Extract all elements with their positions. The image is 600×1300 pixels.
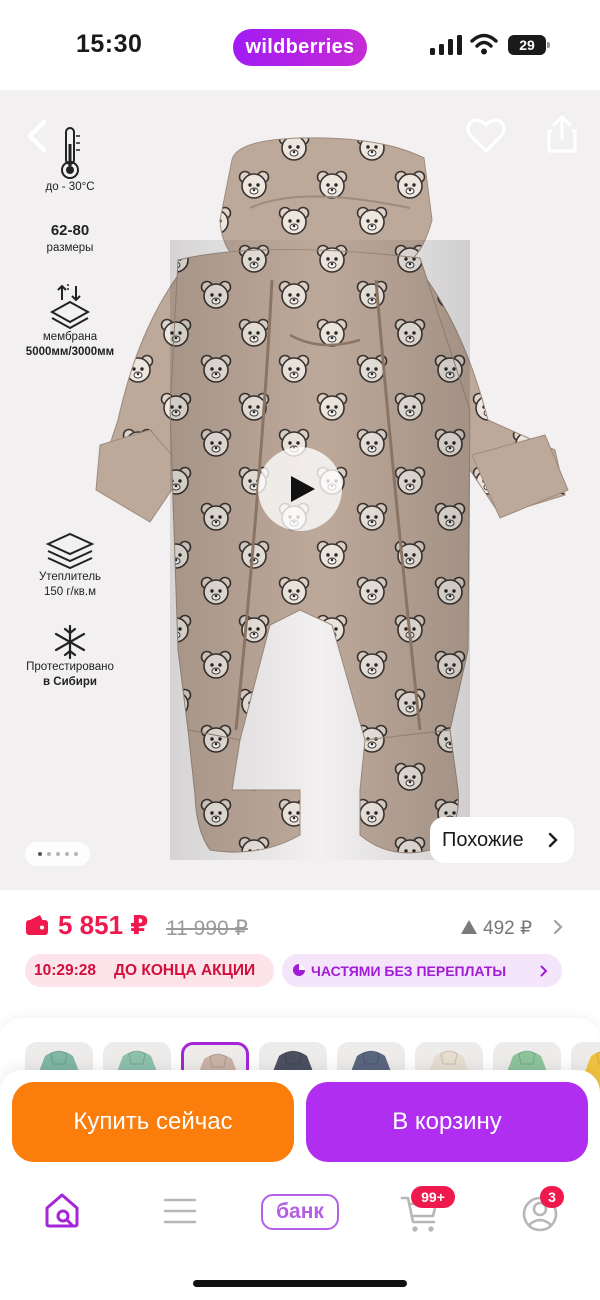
share-icon[interactable] xyxy=(546,114,578,154)
insulation-layers-icon xyxy=(45,532,95,570)
battery-tip xyxy=(547,42,550,48)
feature-sizes-label: размеры xyxy=(46,242,94,254)
home-search-icon xyxy=(45,1193,79,1228)
feature-membrane: мембрана 5000мм/3000мм xyxy=(12,282,128,360)
pagination-dot xyxy=(65,852,69,856)
feature-temperature-label: до - 30°C xyxy=(45,181,95,193)
feature-tested: Протестировано в Сибири xyxy=(12,624,128,690)
feature-tested-label: Протестировано xyxy=(26,661,114,673)
battery-level: 29 xyxy=(508,35,546,55)
cart-badge: 99+ xyxy=(411,1186,455,1208)
feature-sizes-title: 62-80 xyxy=(50,222,90,239)
status-bar: 15:30 wildberries 29 xyxy=(0,0,600,90)
old-price: 11 990 ₽ xyxy=(166,917,248,940)
profile-badge: 3 xyxy=(540,1186,564,1208)
chevron-right-icon xyxy=(540,965,548,977)
feature-tested-value: в Сибири xyxy=(43,676,97,688)
pagination-dot xyxy=(56,852,60,856)
snowflake-icon xyxy=(54,624,86,660)
gallery-pagination xyxy=(25,842,90,866)
feature-insulation-label: Утеплитель xyxy=(38,571,102,583)
tab-bank[interactable]: банк xyxy=(261,1194,339,1230)
pagination-dot xyxy=(74,852,78,856)
add-to-cart-button[interactable]: В корзину xyxy=(306,1082,588,1162)
favorite-heart-icon[interactable] xyxy=(466,118,506,154)
pagination-dot xyxy=(47,852,51,856)
chevron-right-icon xyxy=(548,832,558,848)
home-indicator xyxy=(193,1280,407,1287)
feature-temperature: до - 30°C xyxy=(12,126,128,195)
status-time: 15:30 xyxy=(76,30,143,58)
product-page: 15:30 wildberries 29 до - 30°C 62-80 раз… xyxy=(0,0,600,1300)
product-image-gallery[interactable]: до - 30°C 62-80 размеры мембрана 5000мм/… xyxy=(0,90,600,890)
tab-home[interactable] xyxy=(42,1190,82,1236)
catalog-icon xyxy=(163,1198,197,1224)
buy-now-button[interactable]: Купить сейчас xyxy=(12,1082,294,1162)
play-video-button[interactable] xyxy=(258,447,342,531)
play-icon xyxy=(291,476,315,502)
feature-insulation: Утеплитель 150 г/кв.м xyxy=(12,530,128,600)
promo-timer-badge: 10:29:28 ДО КОНЦА АКЦИИ xyxy=(25,954,274,987)
signal-icon xyxy=(430,35,462,55)
installment-badge[interactable]: ЧАСТЯМИ БЕЗ ПЕРЕПЛАТЫ xyxy=(282,954,562,987)
feature-membrane-value: 5000мм/3000мм xyxy=(25,346,115,358)
thermometer-icon xyxy=(61,127,80,179)
feature-insulation-value: 150 г/кв.м xyxy=(43,586,96,598)
triangle-up-icon xyxy=(461,920,477,934)
pie-icon xyxy=(293,964,305,976)
installment-label: ЧАСТЯМИ БЕЗ ПЕРЕПЛАТЫ xyxy=(311,963,507,979)
price-section: 5 851 ₽ 11 990 ₽ 492 ₽ 10:29:28 ДО КОНЦА… xyxy=(0,890,600,1000)
feature-sizes: 62-80 размеры xyxy=(12,221,128,256)
tab-catalog[interactable] xyxy=(163,1190,197,1236)
price-history-link[interactable]: 492 ₽ xyxy=(460,915,570,939)
wifi-icon xyxy=(470,33,498,55)
price-history-value: 492 ₽ xyxy=(483,918,533,939)
membrane-icon xyxy=(49,284,91,330)
wallet-icon xyxy=(26,915,48,935)
pagination-dot xyxy=(38,852,42,856)
brand-logo: wildberries xyxy=(233,29,367,66)
current-price: 5 851 ₽ xyxy=(58,910,149,940)
promo-timer-label: ДО КОНЦА АКЦИИ xyxy=(114,962,256,979)
chevron-right-icon xyxy=(553,919,563,935)
similar-items-label: Похожие xyxy=(442,829,524,851)
feature-membrane-label: мембрана xyxy=(42,331,98,343)
promo-timer: 10:29:28 xyxy=(34,962,97,979)
battery-icon: 29 xyxy=(508,35,550,55)
bottom-panel: Купить сейчас В корзину банк 99+ 3 xyxy=(0,1070,600,1300)
similar-items-button[interactable]: Похожие xyxy=(430,817,574,863)
